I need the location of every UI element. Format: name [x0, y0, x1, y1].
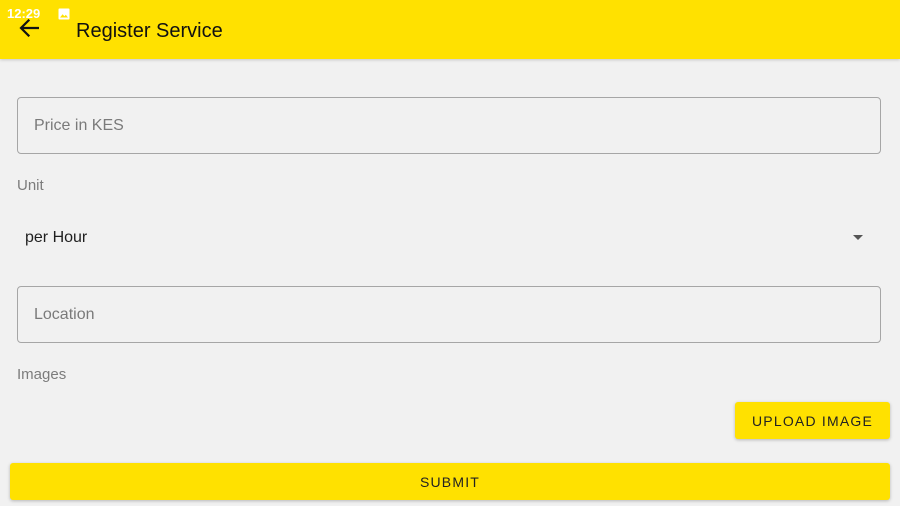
unit-dropdown[interactable]: per Hour — [17, 220, 881, 258]
upload-image-button[interactable]: UPLOAD IMAGE — [735, 402, 890, 439]
arrow-left-icon — [19, 18, 40, 42]
unit-label: Unit — [17, 177, 44, 194]
image-icon — [58, 7, 70, 20]
app-bar: 12:29 Register Service — [0, 0, 900, 59]
submit-button[interactable]: SUBMIT — [10, 463, 890, 500]
page-title: Register Service — [76, 20, 223, 42]
location-input[interactable] — [17, 286, 881, 343]
back-button[interactable] — [14, 16, 44, 44]
register-service-screen: 12:29 Register Service Unit per Hour Ima… — [0, 0, 900, 506]
caret-down-icon — [853, 235, 863, 240]
images-label: Images — [17, 366, 67, 383]
unit-selected-value: per Hour — [25, 229, 88, 246]
price-input[interactable] — [17, 97, 881, 154]
